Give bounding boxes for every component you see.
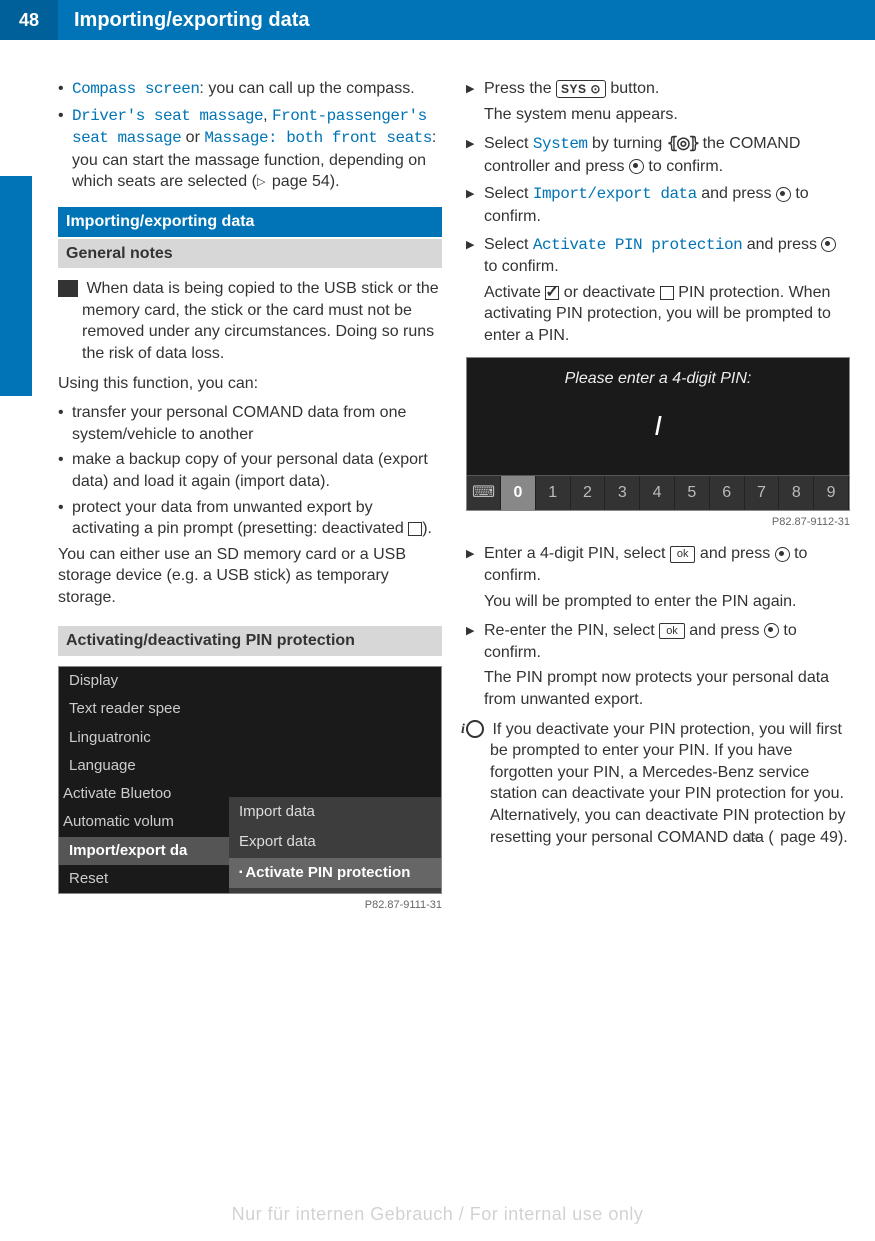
turn-controller-icon: ⦃◎⦄ xyxy=(667,133,698,155)
checked-box-icon xyxy=(545,286,559,300)
subsection-general-notes: General notes xyxy=(58,239,442,269)
step-select-activate: Select Activate PIN protection and press… xyxy=(466,234,850,278)
left-column: Compass screen: you can call up the comp… xyxy=(58,78,442,927)
ss2-caption: P82.87-9112-31 xyxy=(466,515,850,530)
storage-text: You can either use an SD memory card or … xyxy=(58,544,442,609)
info-note: i If you deactivate your PIN protection,… xyxy=(466,719,850,849)
menu-compass: Compass screen xyxy=(72,80,199,98)
step-enter-pin: Enter a 4-digit PIN, select ok and press… xyxy=(466,543,850,586)
triangle-icon: ▷ xyxy=(257,175,265,190)
ok-button-icon: ok xyxy=(670,546,696,563)
page-header: 48 Importing/exporting data xyxy=(0,0,875,40)
step-press-sys: Press the SYS ⊙ button. xyxy=(466,78,850,100)
content-area: Compass screen: you can call up the comp… xyxy=(0,40,875,927)
bullet-protect: protect your data from unwanted export b… xyxy=(58,497,442,540)
ok-button-icon: ok xyxy=(659,623,685,640)
intro-text: Using this function, you can: xyxy=(58,373,442,395)
step-select-system: Select System by turning ⦃◎⦄ the COMAND … xyxy=(466,133,850,177)
bullet-transfer: transfer your personal COMAND data from … xyxy=(58,402,442,445)
bullet-massage: Driver's seat massage, Front-passenger's… xyxy=(58,105,442,193)
menu-driver-massage: Driver's seat massage xyxy=(72,107,263,125)
info-icon: i xyxy=(466,720,484,738)
pin-cursor: I xyxy=(467,399,849,475)
section-import-export: Importing/exporting data xyxy=(58,207,442,237)
menu-import-export: Import/export data xyxy=(533,185,697,203)
ss1-caption: P82.87-9111-31 xyxy=(58,898,442,913)
warning-icon: ! xyxy=(58,280,78,297)
press-controller-icon xyxy=(776,187,791,202)
footer-watermark: Nur für internen Gebrauch / For internal… xyxy=(0,1204,875,1225)
press-controller-icon xyxy=(821,237,836,252)
step-reenter-pin: Re-enter the PIN, select ok and press to… xyxy=(466,620,850,663)
press-controller-icon xyxy=(775,547,790,562)
pin-digit-row: ⌨ 0 1 2 3 4 5 6 7 8 9 xyxy=(467,475,849,510)
bullet-compass: Compass screen: you can call up the comp… xyxy=(58,78,442,101)
step-select-import: Select Import/export data and press to c… xyxy=(466,183,850,227)
ss1-right-list: Import data Export data Activate PIN pro… xyxy=(229,797,441,893)
right-column: Press the SYS ⊙ button. The system menu … xyxy=(466,78,850,927)
menu-both-massage: Massage: both front seats xyxy=(204,129,432,147)
warning-note: ! When data is being copied to the USB s… xyxy=(58,278,442,364)
press-controller-icon xyxy=(629,159,644,174)
screenshot-pin-entry: Please enter a 4-digit PIN: I ⌨ 0 1 2 3 … xyxy=(466,357,850,511)
subsection-pin: Activating/deactivating PIN protection xyxy=(58,626,442,656)
side-tab-label: System settings xyxy=(0,243,17,396)
pin-prompt: Please enter a 4-digit PIN: xyxy=(467,358,849,400)
screenshot-menu: Display Text reader spee Linguatronic La… xyxy=(58,666,442,894)
back-icon: ⌨ xyxy=(467,476,501,510)
step-enter-pin-result: You will be prompted to enter the PIN ag… xyxy=(466,591,850,613)
ss1-left-list: Display Text reader spee Linguatronic La… xyxy=(59,667,229,893)
step-activate-result: Activate or deactivate PIN protection. W… xyxy=(466,282,850,347)
bullet-backup: make a backup copy of your personal data… xyxy=(58,449,442,492)
sys-button-icon: SYS ⊙ xyxy=(556,80,606,98)
menu-system: System xyxy=(533,135,588,153)
step-reenter-pin-result: The PIN prompt now protects your persona… xyxy=(466,667,850,710)
menu-activate-pin: Activate PIN protection xyxy=(533,236,742,254)
empty-checkbox-icon xyxy=(408,522,422,536)
header-title: Importing/exporting data xyxy=(58,9,310,32)
step-press-sys-result: The system menu appears. xyxy=(466,104,850,126)
empty-checkbox-icon xyxy=(660,286,674,300)
press-controller-icon xyxy=(764,623,779,638)
page-number: 48 xyxy=(0,0,58,40)
